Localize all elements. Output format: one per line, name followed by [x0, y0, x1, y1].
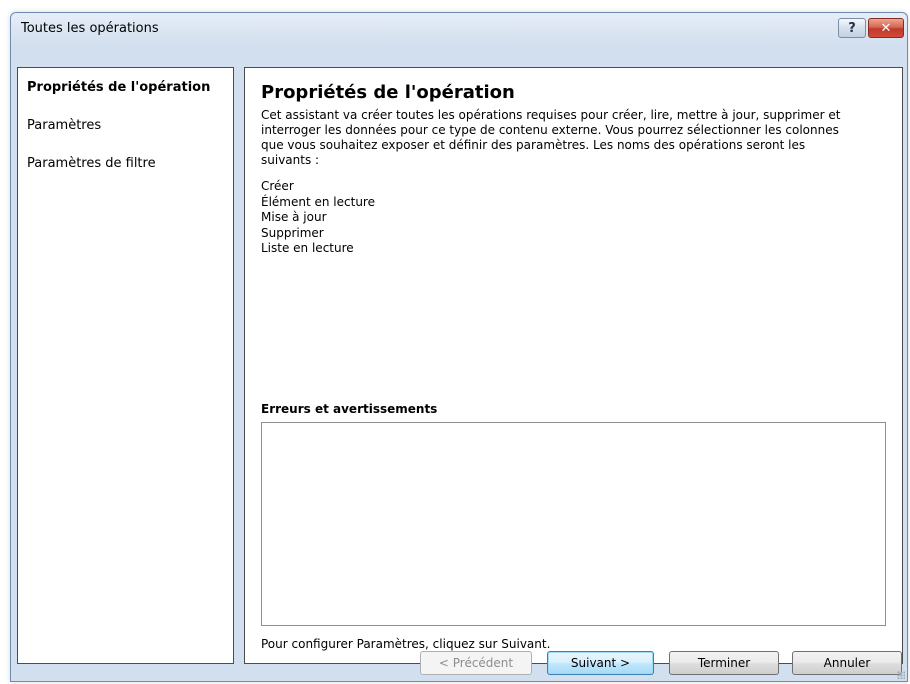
- resize-grip[interactable]: [897, 671, 905, 679]
- description-text: Cet assistant va créer toutes les opérat…: [261, 108, 841, 167]
- finish-button[interactable]: Terminer: [669, 651, 779, 675]
- help-button[interactable]: ?: [838, 18, 866, 38]
- list-item: Mise à jour: [261, 210, 327, 224]
- nav-item-operation-properties[interactable]: Propriétés de l'opération: [27, 80, 210, 95]
- nav-item-filter-parameters[interactable]: Paramètres de filtre: [27, 156, 156, 171]
- navigation-panel: Propriétés de l'opération Paramètres Par…: [17, 67, 234, 664]
- content-panel: Propriétés de l'opération Cet assistant …: [244, 67, 903, 664]
- operations-list: Créer Élément en lecture Mise à jour Sup…: [261, 179, 375, 257]
- dialog-window: Toutes les opérations ? ✕ Propriétés de …: [10, 12, 908, 682]
- page-title: Propriétés de l'opération: [261, 82, 515, 103]
- list-item: Supprimer: [261, 225, 324, 240]
- window-title: Toutes les opérations: [21, 21, 159, 36]
- next-button[interactable]: Suivant >: [547, 651, 654, 675]
- list-item: Élément en lecture: [261, 194, 375, 209]
- nav-item-parameters[interactable]: Paramètres: [27, 118, 101, 133]
- errors-warnings-box[interactable]: [261, 422, 886, 626]
- dialog-client-area: Propriétés de l'opération Paramètres Par…: [11, 45, 907, 681]
- errors-label: Erreurs et avertissements: [261, 402, 438, 416]
- close-button[interactable]: ✕: [868, 18, 904, 38]
- previous-button[interactable]: < Précédent: [420, 651, 532, 675]
- list-item: Créer: [261, 179, 294, 193]
- title-bar[interactable]: Toutes les opérations ? ✕: [11, 13, 907, 45]
- cancel-button[interactable]: Annuler: [792, 651, 902, 675]
- list-item: Liste en lecture: [261, 241, 354, 255]
- hint-text: Pour configurer Paramètres, cliquez sur …: [261, 637, 551, 651]
- help-icon: ?: [848, 20, 856, 36]
- close-icon: ✕: [880, 20, 892, 36]
